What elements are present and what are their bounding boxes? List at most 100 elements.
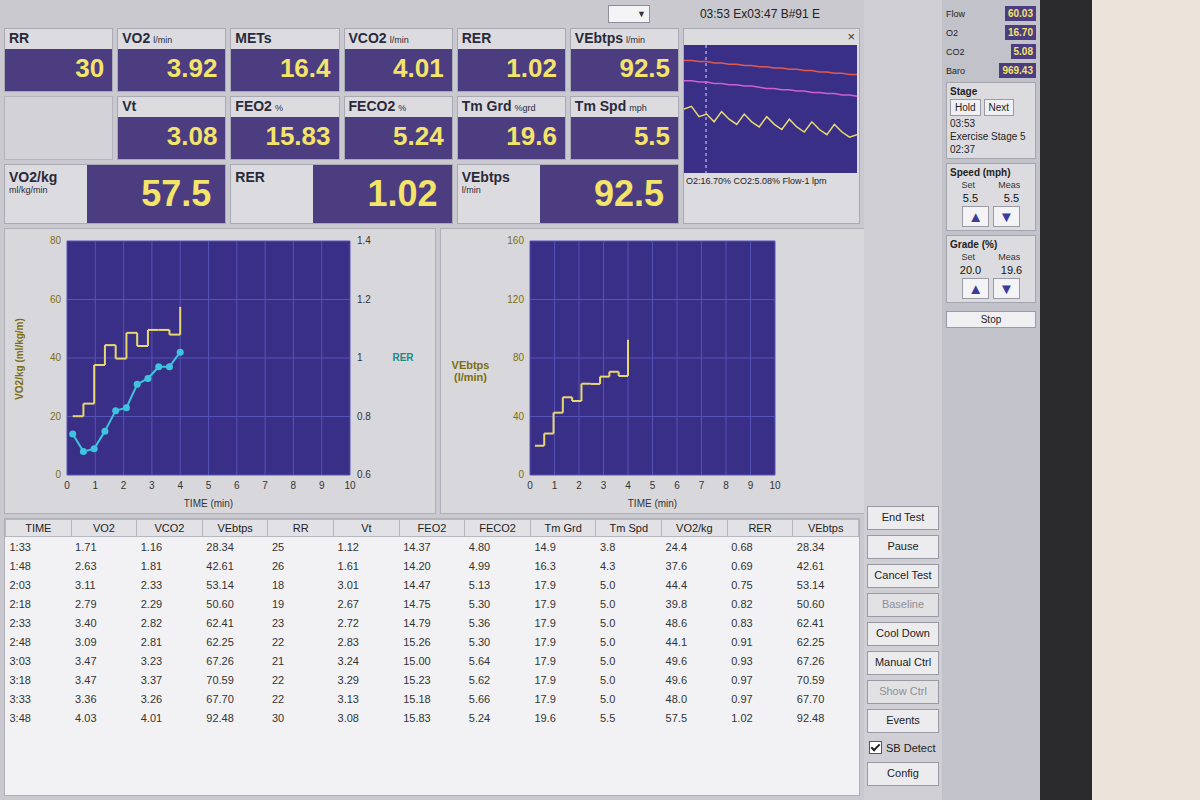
table-cell: 30 (268, 708, 334, 727)
table-cell: 3.01 (334, 575, 400, 594)
y2-tick: 0.8 (357, 411, 371, 422)
x-tick: 9 (748, 480, 754, 491)
header-strip: ▼03:53 Ex03:47 B#91 E (4, 4, 860, 24)
grid-line (530, 358, 775, 359)
mini-label: Baro (946, 66, 965, 76)
series-segment (73, 415, 84, 417)
table-cell: 67.26 (793, 651, 859, 670)
column-header: FEO2 (399, 520, 465, 537)
trace-footer: O2:16.70% CO2:5.08% Flow-1 lpm (684, 173, 859, 189)
table-row[interactable]: 2:182.792.2950.60192.6714.755.3017.95.03… (6, 594, 859, 613)
mini-value: 5.08 (1011, 44, 1036, 59)
tile-label: RR (9, 30, 29, 46)
stage-name: Exercise Stage 5 (950, 131, 1032, 142)
table-row[interactable]: 2:333.402.8262.41232.7214.795.3617.95.04… (6, 613, 859, 632)
close-button[interactable]: × (847, 29, 855, 45)
data-point (123, 404, 130, 411)
tile-head: Tm Spdmph (571, 97, 678, 117)
control-button[interactable]: End Test (867, 506, 939, 530)
x-tick: 5 (206, 480, 212, 491)
y2-axis-label: RER (392, 352, 414, 363)
table-cell: 14.47 (399, 575, 465, 594)
y-tick: 0 (518, 469, 524, 480)
y-tick: 80 (513, 352, 525, 363)
table-cell: 2.79 (71, 594, 137, 613)
control-button[interactable]: Cancel Test (867, 564, 939, 588)
table-row[interactable]: 1:331.711.1628.34251.1214.374.8014.93.82… (6, 537, 859, 557)
control-button[interactable]: Cool Down (867, 622, 939, 646)
y2-tick: 1 (357, 352, 363, 363)
series-segment (148, 329, 159, 331)
table-cell: 2.83 (334, 632, 400, 651)
table-cell: 67.70 (202, 689, 268, 708)
column-header: VEbtps (793, 520, 859, 537)
table-row[interactable]: 2:483.092.8162.25222.8315.265.3017.95.04… (6, 632, 859, 651)
table-row[interactable]: 3:183.473.3770.59223.2915.235.6217.95.04… (6, 670, 859, 689)
series-segment (562, 397, 564, 412)
tile-grid: RR30VO2l/min3.92METs16.4VCO2l/min4.01RER… (4, 28, 679, 224)
hold-button[interactable]: Hold (950, 99, 981, 116)
mini-label: CO2 (946, 47, 965, 57)
table-cell: 17.9 (530, 594, 596, 613)
gas-trace-panel: × O2:16.70% CO2:5.08% Flow-1 lpm (683, 28, 860, 224)
arrow-button[interactable]: ▼ (993, 278, 1020, 299)
mini-readout: CO2 5.08 (946, 44, 1036, 59)
x-tick: 4 (625, 480, 631, 491)
grid-line (530, 299, 775, 300)
x-tick: 0 (527, 480, 533, 491)
series-segment (563, 396, 572, 398)
table-row[interactable]: 3:333.363.2667.70223.1315.185.6617.95.04… (6, 689, 859, 708)
table-cell: 4.3 (596, 556, 662, 575)
control-button[interactable]: Config (867, 762, 939, 786)
table-row[interactable]: 3:033.473.2367.26213.2415.005.6417.95.04… (6, 651, 859, 670)
table: TIMEVO2VCO2VEbtpsRRVtFEO2FECO2Tm GrdTm S… (5, 519, 859, 727)
set-value-row: 20.019.6 (950, 264, 1032, 276)
sb-detect-checkbox[interactable]: SB Detect (867, 738, 939, 757)
control-button[interactable]: Manual Ctrl (867, 651, 939, 675)
checkbox-box[interactable] (869, 741, 882, 754)
big-readout-tile: RER1.02 (230, 164, 452, 224)
series-segment (544, 433, 553, 435)
x-tick: 10 (769, 480, 781, 491)
arrow-button[interactable]: ▲ (962, 206, 989, 227)
checkbox-label: SB Detect (886, 742, 936, 754)
mini-readout: O216.70 (946, 25, 1036, 40)
table-cell: 5.0 (596, 689, 662, 708)
x-axis-label: TIME (min) (184, 498, 233, 509)
table-cell: 3.40 (71, 613, 137, 632)
dropdown-arrow-icon[interactable]: ▼ (634, 9, 649, 19)
big-readout-tile: VEbtpsl/min92.5 (457, 164, 679, 224)
table-cell: 3:18 (6, 670, 72, 689)
next-button[interactable]: Next (984, 99, 1015, 116)
readout-tile: FECO2%5.24 (344, 96, 453, 160)
readout-tile: Tm Grd%grd19.6 (457, 96, 566, 160)
table-cell: 17.9 (530, 613, 596, 632)
stop-button[interactable]: Stop (946, 311, 1036, 328)
tile-label: Tm Spd (575, 98, 626, 114)
table-cell: 18 (268, 575, 334, 594)
arrow-button[interactable]: ▲ (962, 278, 989, 299)
control-button[interactable]: Pause (867, 535, 939, 559)
tile-label: FEO2 (235, 98, 272, 114)
table-row[interactable]: 3:484.034.0192.48303.0815.835.2419.65.55… (6, 708, 859, 727)
table-row[interactable]: 2:033.112.3353.14183.0114.475.1317.95.04… (6, 575, 859, 594)
data-table: TIMEVO2VCO2VEbtpsRRVtFEO2FECO2Tm GrdTm S… (4, 518, 860, 796)
control-button[interactable]: Events (867, 709, 939, 733)
arrow-button[interactable]: ▼ (993, 206, 1020, 227)
control-button: Baseline (867, 593, 939, 617)
series-segment (136, 333, 138, 346)
dropdown[interactable]: ▼ (608, 5, 650, 23)
mini-readout: Flow60.03 (946, 6, 1036, 21)
mini-readout: Baro969.43 (946, 63, 1036, 78)
chart-series (69, 349, 184, 455)
table-cell: 5.30 (465, 632, 531, 651)
trace-plot (684, 45, 857, 173)
series-segment (600, 376, 609, 378)
x-tick: 6 (674, 480, 680, 491)
stage-title: Stage (950, 86, 1032, 97)
table-cell: 3.8 (596, 537, 662, 557)
table-cell: 2.67 (334, 594, 400, 613)
table-cell: 25 (268, 537, 334, 557)
data-point (101, 428, 108, 435)
table-row[interactable]: 1:482.631.8142.61261.6114.204.9916.34.33… (6, 556, 859, 575)
